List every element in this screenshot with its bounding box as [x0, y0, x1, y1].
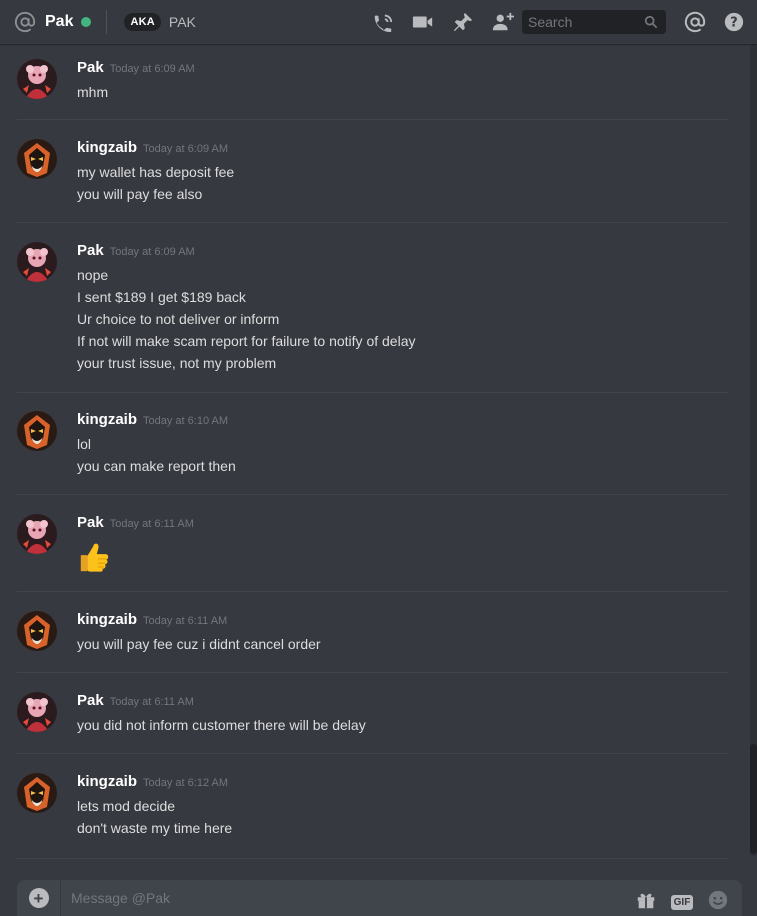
add-friend-icon[interactable] [492, 11, 514, 33]
thumbs-up-emoji[interactable] [77, 540, 111, 574]
search-placeholder[interactable]: Search [528, 14, 572, 30]
message-divider [17, 858, 728, 859]
message-text: you will pay fee also [77, 186, 203, 202]
message-divider [17, 222, 728, 223]
message-text: mhm [77, 84, 109, 100]
message-list: Pak Today at 6:09 AM mhm kingzaib Today … [0, 44, 750, 864]
message-divider [17, 494, 728, 495]
username[interactable]: Pak [77, 692, 104, 709]
message-input[interactable] [61, 880, 628, 916]
add-attachment-icon: + [28, 888, 49, 908]
scrollbar-thumb[interactable] [750, 744, 757, 854]
username[interactable]: kingzaib [77, 611, 137, 628]
message-text: Ur choice to not deliver or inform [77, 311, 280, 327]
channel-header: Pak AKA PAK Search ? [0, 0, 757, 44]
message-text: I sent $189 I get $189 back [77, 289, 246, 305]
video-icon[interactable] [412, 11, 434, 33]
username[interactable]: Pak [77, 242, 104, 259]
timestamp: Today at 6:11 AM [109, 518, 194, 530]
message-divider [17, 392, 728, 393]
message-text: my wallet has deposit fee [77, 164, 235, 180]
kingzaib-avatar[interactable] [17, 611, 57, 651]
timestamp: Today at 6:09 AM [143, 143, 229, 155]
search-icon [644, 15, 658, 29]
kingzaib-avatar[interactable] [17, 411, 57, 451]
message-composer: + GIF [17, 880, 742, 916]
message-text: If not will make scam report for failure… [77, 333, 416, 349]
search-box[interactable]: Search [522, 10, 666, 34]
username[interactable]: kingzaib [77, 411, 137, 428]
message-text: lol [77, 436, 92, 452]
pak-avatar[interactable] [17, 59, 57, 99]
pak-avatar[interactable] [17, 692, 57, 732]
mentions-icon[interactable] [684, 11, 706, 33]
help-icon[interactable]: ? [723, 11, 745, 33]
kingzaib-avatar[interactable] [17, 139, 57, 179]
gift-icon[interactable] [634, 888, 658, 912]
message-divider [17, 672, 728, 673]
message-text: your trust issue, not my problem [77, 355, 277, 371]
timestamp: Today at 6:11 AM [143, 615, 228, 627]
kingzaib-avatar[interactable] [17, 773, 57, 813]
add-attachment-button[interactable]: + [17, 880, 61, 916]
dm-window: Pak AKA PAK Search ? Pak Today at 6:09 A… [0, 0, 757, 916]
timestamp: Today at 6:09 AM [109, 246, 195, 258]
emoji-picker-icon[interactable] [706, 888, 730, 912]
timestamp: Today at 6:09 AM [109, 63, 195, 75]
message-divider [17, 591, 728, 592]
timestamp: Today at 6:12 AM [143, 777, 229, 789]
gif-icon: GIF [670, 894, 694, 910]
aka-badge: AKA [124, 13, 161, 31]
message-text: nope [77, 267, 109, 283]
call-icon[interactable] [372, 11, 394, 33]
pin-icon[interactable] [452, 11, 474, 33]
pak-avatar[interactable] [17, 514, 57, 554]
at-icon [14, 11, 36, 33]
timestamp: Today at 6:11 AM [109, 696, 194, 708]
message-text: don't waste my time here [77, 820, 233, 836]
username[interactable]: Pak [77, 514, 104, 531]
header-divider [106, 10, 108, 34]
aka-name: PAK [168, 14, 196, 30]
svg-text:?: ? [730, 16, 737, 31]
message-text: you can make report then [77, 458, 236, 474]
message-divider [17, 119, 728, 120]
dm-recipient-name[interactable]: Pak [45, 13, 73, 31]
message-text: lets mod decide [77, 798, 176, 814]
message-divider [17, 753, 728, 754]
message-text: you did not inform customer there will b… [77, 717, 366, 733]
timestamp: Today at 6:10 AM [143, 415, 229, 427]
username[interactable]: Pak [77, 59, 104, 76]
online-status-dot [81, 17, 92, 27]
username[interactable]: kingzaib [77, 139, 137, 156]
gif-button[interactable]: GIF [670, 888, 694, 912]
scrollbar-track[interactable] [750, 44, 757, 856]
message-text: you will pay fee cuz i didnt cancel orde… [77, 636, 321, 652]
username[interactable]: kingzaib [77, 773, 137, 790]
pak-avatar[interactable] [17, 242, 57, 282]
